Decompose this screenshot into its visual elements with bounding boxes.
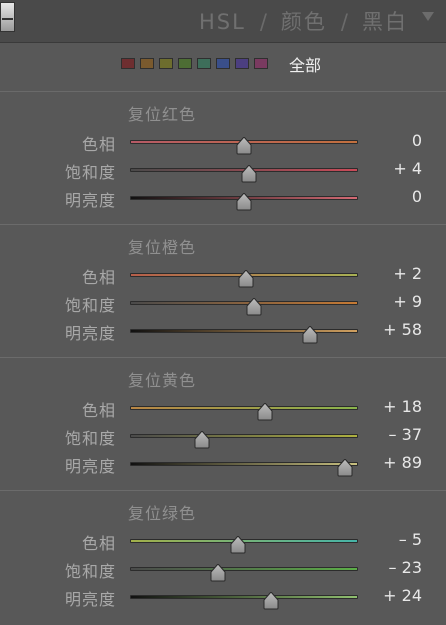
saturation-label: 饱和度 (64, 296, 116, 315)
hue-label: 色相 (81, 401, 116, 420)
tab-hsl[interactable]: HSL (199, 10, 246, 34)
orange-hue-value[interactable]: + 2 (393, 264, 422, 283)
reset-yellow-button[interactable]: 复位黄色 (128, 367, 196, 391)
yellow-luminance-row: 明亮度 + 89 (0, 451, 446, 477)
all-colors-button[interactable]: 全部 (289, 52, 321, 76)
red-saturation-row: 饱和度 + 4 (0, 157, 446, 183)
swatch-purple[interactable] (235, 58, 249, 69)
red-saturation-value[interactable]: + 4 (393, 159, 422, 178)
yellow-saturation-slider-thumb[interactable] (194, 431, 210, 449)
orange-saturation-slider-track[interactable] (130, 301, 358, 305)
yellow-hue-value[interactable]: + 18 (383, 397, 422, 416)
panel-tabs: HSL / 颜色 / 黑白 (199, 6, 408, 34)
orange-luminance-value[interactable]: + 58 (383, 320, 422, 339)
orange-hue-row: 色相 + 2 (0, 262, 446, 288)
luminance-label: 明亮度 (64, 324, 116, 343)
tab-separator: / (340, 10, 348, 34)
saturation-label: 饱和度 (64, 163, 116, 182)
red-saturation-slider-thumb[interactable] (241, 165, 257, 183)
orange-hue-slider-thumb[interactable] (238, 270, 254, 288)
swatch-blue[interactable] (216, 58, 230, 69)
green-hue-slider-thumb[interactable] (230, 536, 246, 554)
panel-corner-handle[interactable] (0, 2, 15, 32)
section-divider (0, 357, 446, 358)
red-luminance-row: 明亮度 0 (0, 185, 446, 211)
yellow-hue-slider-track[interactable] (130, 406, 358, 410)
swatch-magenta[interactable] (254, 58, 268, 69)
yellow-luminance-value[interactable]: + 89 (383, 453, 422, 472)
swatch-orange[interactable] (140, 58, 154, 69)
luminance-label: 明亮度 (64, 590, 116, 609)
yellow-hue-slider-thumb[interactable] (257, 403, 273, 421)
saturation-label: 饱和度 (64, 429, 116, 448)
section-divider (0, 490, 446, 491)
tab-black-white[interactable]: 黑白 (362, 10, 408, 34)
reset-green-button[interactable]: 复位绿色 (128, 500, 196, 524)
collapse-triangle-icon[interactable] (422, 12, 434, 21)
swatch-red[interactable] (121, 58, 135, 69)
section-divider (0, 224, 446, 225)
green-saturation-slider-track[interactable] (130, 567, 358, 571)
green-luminance-slider-thumb[interactable] (263, 592, 279, 610)
yellow-saturation-value[interactable]: – 37 (389, 425, 422, 444)
green-hue-value[interactable]: – 5 (399, 530, 422, 549)
luminance-label: 明亮度 (64, 191, 116, 210)
reset-orange-button[interactable]: 复位橙色 (128, 234, 196, 258)
red-hue-value[interactable]: 0 (412, 131, 422, 150)
luminance-label: 明亮度 (64, 457, 116, 476)
red-luminance-slider-thumb[interactable] (236, 193, 252, 211)
green-luminance-row: 明亮度 + 24 (0, 584, 446, 610)
orange-luminance-slider-thumb[interactable] (302, 326, 318, 344)
yellow-luminance-slider-track[interactable] (130, 462, 358, 466)
green-saturation-row: 饱和度 – 23 (0, 556, 446, 582)
red-hue-slider-thumb[interactable] (236, 137, 252, 155)
green-luminance-value[interactable]: + 24 (383, 586, 422, 605)
hue-label: 色相 (81, 268, 116, 287)
yellow-saturation-slider-track[interactable] (130, 434, 358, 438)
swatch-yellow[interactable] (159, 58, 173, 69)
red-luminance-value[interactable]: 0 (412, 187, 422, 206)
yellow-hue-row: 色相 + 18 (0, 395, 446, 421)
saturation-label: 饱和度 (64, 562, 116, 581)
green-hue-row: 色相 – 5 (0, 528, 446, 554)
panel-header: HSL / 颜色 / 黑白 (0, 0, 446, 43)
green-saturation-slider-thumb[interactable] (210, 564, 226, 582)
swatch-green[interactable] (178, 58, 192, 69)
yellow-luminance-slider-thumb[interactable] (337, 459, 353, 477)
yellow-saturation-row: 饱和度 – 37 (0, 423, 446, 449)
green-saturation-value[interactable]: – 23 (389, 558, 422, 577)
orange-luminance-row: 明亮度 + 58 (0, 318, 446, 344)
orange-saturation-value[interactable]: + 9 (393, 292, 422, 311)
tab-color[interactable]: 颜色 (281, 10, 327, 34)
tab-separator: / (259, 10, 267, 34)
reset-red-button[interactable]: 复位红色 (128, 101, 196, 125)
orange-luminance-slider-track[interactable] (130, 329, 358, 333)
orange-saturation-row: 饱和度 + 9 (0, 290, 446, 316)
orange-saturation-slider-thumb[interactable] (246, 298, 262, 316)
red-hue-row: 色相 0 (0, 129, 446, 155)
swatch-aqua[interactable] (197, 58, 211, 69)
color-swatch-bar: 全部 (0, 43, 446, 92)
hue-label: 色相 (81, 534, 116, 553)
green-luminance-slider-track[interactable] (130, 595, 358, 599)
hue-label: 色相 (81, 135, 116, 154)
color-swatches (121, 58, 268, 69)
